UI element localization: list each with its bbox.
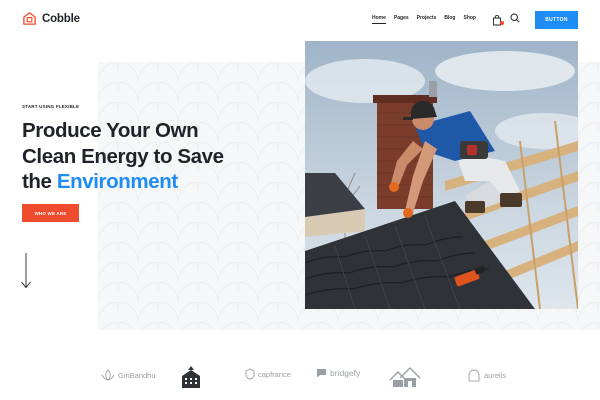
houses-icon — [389, 367, 421, 387]
who-we-are-button[interactable]: WHO WE ARE — [22, 204, 79, 222]
main-nav: Home Pages Projects Blog Shop — [372, 15, 476, 24]
hero-headline: Produce Your Own Clean Energy to Save th… — [22, 118, 312, 195]
chat-icon — [317, 369, 326, 378]
house-logo-icon — [23, 12, 36, 25]
brand-logo-capfrance[interactable]: capfrance — [245, 368, 291, 380]
brand-logo-bridgefy[interactable]: bridgefy — [316, 368, 360, 378]
brand-logo-aurelis[interactable]: aurelis — [467, 368, 506, 382]
nav-blog[interactable]: Blog — [444, 15, 455, 24]
headline-line-2: Clean Energy to Save — [22, 144, 224, 168]
logo[interactable]: Cobble — [22, 11, 80, 26]
headline-line-1: Produce Your Own — [22, 119, 199, 142]
lotus-icon — [101, 369, 115, 381]
brand-name: Cobble — [42, 12, 80, 25]
building-icon — [182, 366, 200, 388]
headline-plain-word: the — [22, 170, 52, 193]
brand-name-capfrance: capfrance — [258, 369, 291, 379]
hero-photo-roofer — [305, 41, 578, 309]
brand-name-giribandhu: GiriBandhu — [118, 370, 156, 380]
shopping-bag-icon[interactable] — [492, 13, 504, 26]
search-icon[interactable] — [510, 13, 520, 23]
scroll-down-arrow-icon[interactable] — [20, 253, 32, 289]
nav-shop[interactable]: Shop — [463, 15, 476, 24]
arch-icon — [468, 369, 480, 382]
nav-pages[interactable]: Pages — [394, 15, 409, 24]
brand-logo-building[interactable] — [180, 366, 202, 390]
shield-icon — [245, 368, 255, 380]
brand-name-bridgefy: bridgefy — [330, 368, 361, 378]
nav-home[interactable]: Home — [372, 15, 386, 24]
nav-projects[interactable]: Projects — [417, 15, 437, 24]
headline-accent-word: Environment — [56, 170, 178, 193]
roofer-illustration — [305, 41, 578, 309]
cart-badge — [500, 21, 504, 25]
brand-logo-giribandhu[interactable]: GiriBandhu — [101, 368, 156, 382]
partner-logos: GiriBandhu capfrance bridgefy aurelis — [0, 360, 600, 400]
brand-name-aurelis: aurelis — [484, 370, 507, 380]
brand-logo-houses[interactable] — [388, 366, 422, 388]
hero-eyebrow: START USING FLEXIBLE — [22, 104, 80, 109]
header-cta-button[interactable]: BUTTON — [535, 11, 578, 29]
headline-line-3: the Environment — [22, 169, 312, 195]
site-header: Cobble Home Pages Projects Blog Shop BUT… — [0, 0, 600, 40]
